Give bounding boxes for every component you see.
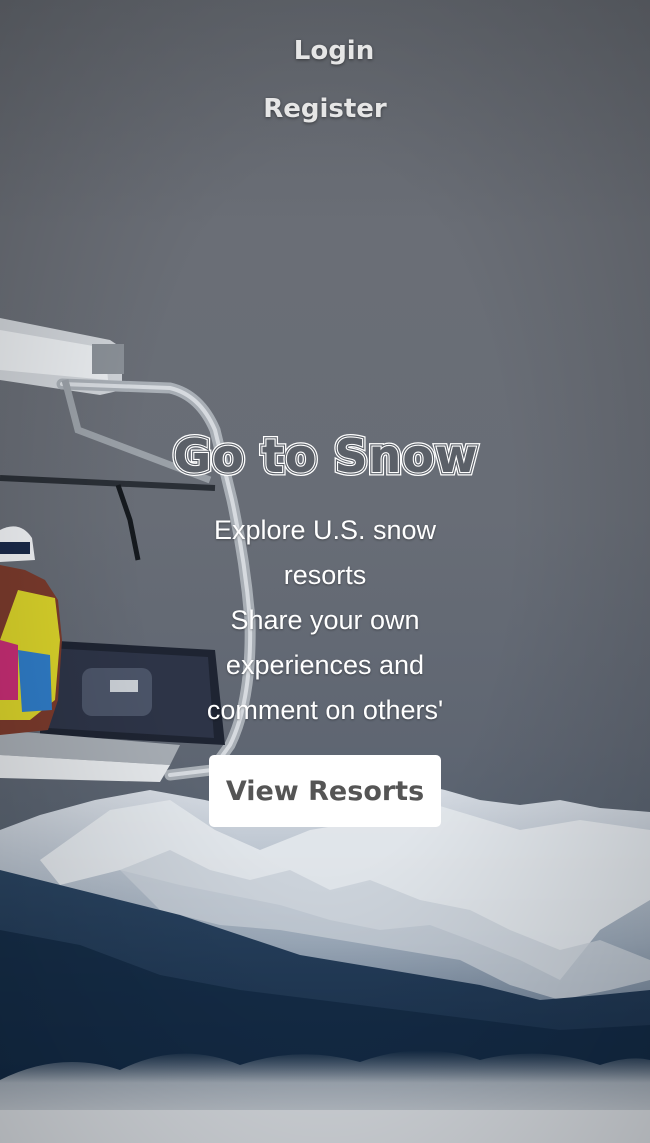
login-link[interactable]: Login [18, 22, 650, 80]
register-link[interactable]: Register [0, 80, 650, 138]
view-resorts-button[interactable]: View Resorts [209, 755, 441, 827]
site-title: Go to Snow Go to Snow Go to Snow Go to S… [170, 426, 481, 482]
tagline-line-explore: Explore U.S. snow resorts [213, 515, 437, 590]
tagline-line-share: Share your own experiences and comment o… [206, 605, 444, 725]
hero-tagline: Explore U.S. snow resorts Share your own… [190, 508, 460, 733]
clouds [0, 1050, 650, 1143]
top-nav: Login Register [0, 22, 650, 138]
svg-text:Go to Snow: Go to Snow [174, 429, 479, 482]
landing-page: Login Register Go to Snow Go to Snow Go … [0, 0, 650, 1143]
